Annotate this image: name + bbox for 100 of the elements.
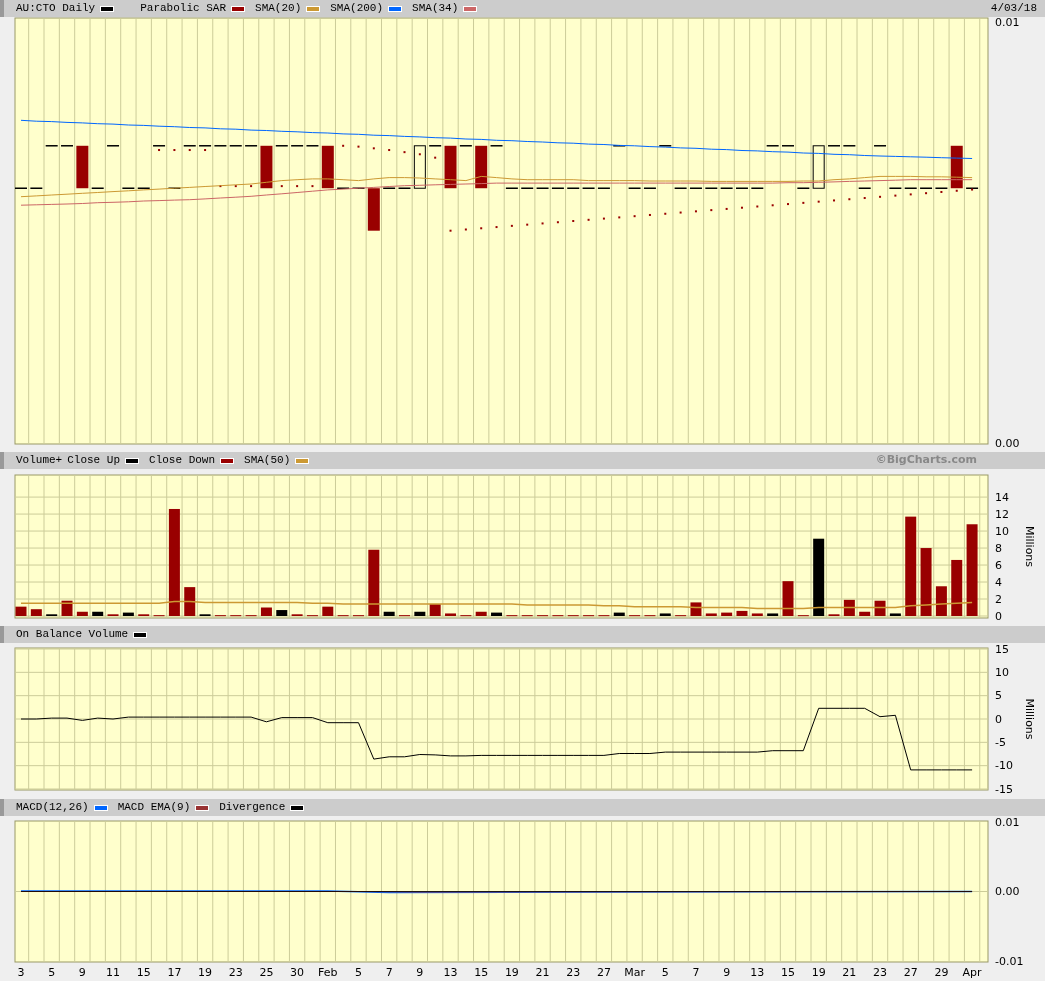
volume-bar: [613, 612, 625, 616]
axis-tick-label: 0.00: [995, 885, 1020, 898]
legend-label: SMA(50): [244, 453, 291, 469]
axis-tick-label: 0.00: [995, 436, 1020, 450]
axis-tick-label: 4: [995, 575, 1002, 589]
legend-label: SMA(200): [330, 1, 384, 17]
legend-label: AU:CTO Daily: [16, 1, 96, 17]
axis-tick-label: 10: [995, 524, 1009, 538]
axis-tick-label: 15: [781, 966, 795, 979]
volume-bar: [429, 604, 441, 616]
volume-bar: [705, 613, 717, 616]
volume-bar: [61, 600, 73, 616]
axis-tick-label: 8: [995, 541, 1002, 555]
axis-tick-label: 2: [995, 592, 1002, 606]
axis-tick-label: 13: [443, 966, 458, 979]
axis-tick-label: 5: [995, 689, 1002, 703]
volume-bar: [414, 611, 426, 616]
axis-tick-label: 25: [259, 966, 274, 979]
legend-label: Close Down: [149, 453, 216, 469]
volume-bar: [30, 609, 42, 616]
axis-tick-label: Mar: [624, 966, 645, 979]
axis-tick-label: 7: [385, 966, 393, 979]
volume-bar: [322, 606, 334, 616]
volume-bar: [276, 610, 288, 616]
axis-tick-label: 29: [934, 966, 949, 979]
legend-label: SMA(20): [255, 1, 302, 17]
volume-bar: [659, 613, 671, 616]
axis-tick-label: 21: [842, 966, 857, 979]
axis-tick-label: 15: [995, 643, 1009, 656]
axis-tick-label: Feb: [318, 966, 338, 979]
axis-tick-label: 23: [566, 966, 581, 979]
volume-bar: [767, 613, 779, 616]
volume-bar: [368, 549, 380, 616]
axis-tick-label: 27: [596, 966, 611, 979]
axis-title: Millions: [1023, 698, 1036, 740]
chart-date: 4/03/18: [990, 1, 1037, 17]
volume-bar: [475, 611, 487, 616]
volume-bar: [92, 611, 104, 616]
axis-tick-label: 5: [48, 966, 56, 979]
axis-tick-label: 6: [995, 558, 1002, 572]
volume-bar: [721, 612, 733, 616]
axis-tick-label: -5: [995, 735, 1006, 749]
axis-tick-label: 23: [228, 966, 243, 979]
volume-bar: [859, 611, 871, 616]
volume-bar: [15, 606, 27, 616]
axis-tick-label: 5: [355, 966, 362, 979]
legend-label: Volume+: [16, 453, 63, 469]
volume-bar: [736, 610, 748, 616]
axis-tick-label: 5: [661, 966, 669, 979]
legend-label: MACD EMA(9): [117, 800, 191, 816]
axis-tick-label: 9: [723, 966, 731, 979]
axis-tick-label: 0.01: [995, 17, 1020, 29]
axis-tick-label: 14: [995, 490, 1009, 504]
axis-tick-label: 30: [290, 966, 305, 979]
volume-bar: [491, 612, 503, 616]
axis-tick-label: 10: [995, 665, 1009, 679]
axis-tick-label: 0: [995, 712, 1002, 726]
volume-bar: [751, 613, 763, 616]
legend-label: SMA(34): [412, 1, 459, 17]
volume-bar: [889, 613, 901, 616]
axis-tick-label: 19: [198, 966, 213, 979]
volume-bar: [782, 581, 794, 616]
volume-bar: [951, 559, 963, 616]
legend-label: On Balance Volume: [16, 627, 129, 643]
legend-label: Parabolic SAR: [140, 1, 227, 17]
axis-tick-label: Apr: [962, 966, 982, 979]
axis-tick-label: 0.01: [995, 816, 1020, 829]
volume-bar: [260, 607, 272, 616]
volume-bar: [445, 613, 456, 616]
volume-bar: [122, 612, 134, 616]
axis-tick-label: -15: [995, 782, 1013, 796]
axis-tick-label: 15: [474, 966, 489, 979]
axis-title: Millions: [1023, 525, 1036, 568]
axis-tick-label: 19: [504, 966, 519, 979]
axis-tick-label: -0.01: [995, 954, 1024, 968]
axis-tick-label: 9: [78, 966, 86, 979]
legend-label: MACD(12,26): [16, 800, 89, 816]
legend-label: Close Up: [67, 453, 121, 469]
axis-tick-label: 7: [692, 966, 700, 979]
volume-bar: [843, 599, 855, 616]
axis-tick-label: 9: [416, 966, 424, 979]
volume-bar: [383, 611, 395, 616]
axis-tick-label: 19: [811, 966, 826, 979]
volume-bar: [76, 611, 88, 616]
axis-tick-label: 3: [17, 966, 25, 979]
copyright-text: ©BigCharts.com: [875, 452, 977, 469]
volume-bar: [935, 586, 947, 616]
axis-tick-label: 17: [167, 966, 182, 979]
volume-bar: [920, 548, 932, 616]
axis-tick-label: 27: [903, 966, 918, 979]
axis-tick-label: -10: [995, 759, 1013, 773]
axis-tick-label: 0: [995, 609, 1002, 623]
axis-tick-label: 11: [106, 966, 121, 979]
axis-tick-label: 15: [136, 966, 151, 979]
axis-tick-label: 23: [873, 966, 888, 979]
volume-bar: [874, 600, 886, 616]
axis-tick-label: 12: [995, 507, 1009, 521]
axis-tick-label: 13: [750, 966, 765, 979]
volume-bar: [690, 602, 702, 616]
volume-bar: [184, 587, 196, 616]
